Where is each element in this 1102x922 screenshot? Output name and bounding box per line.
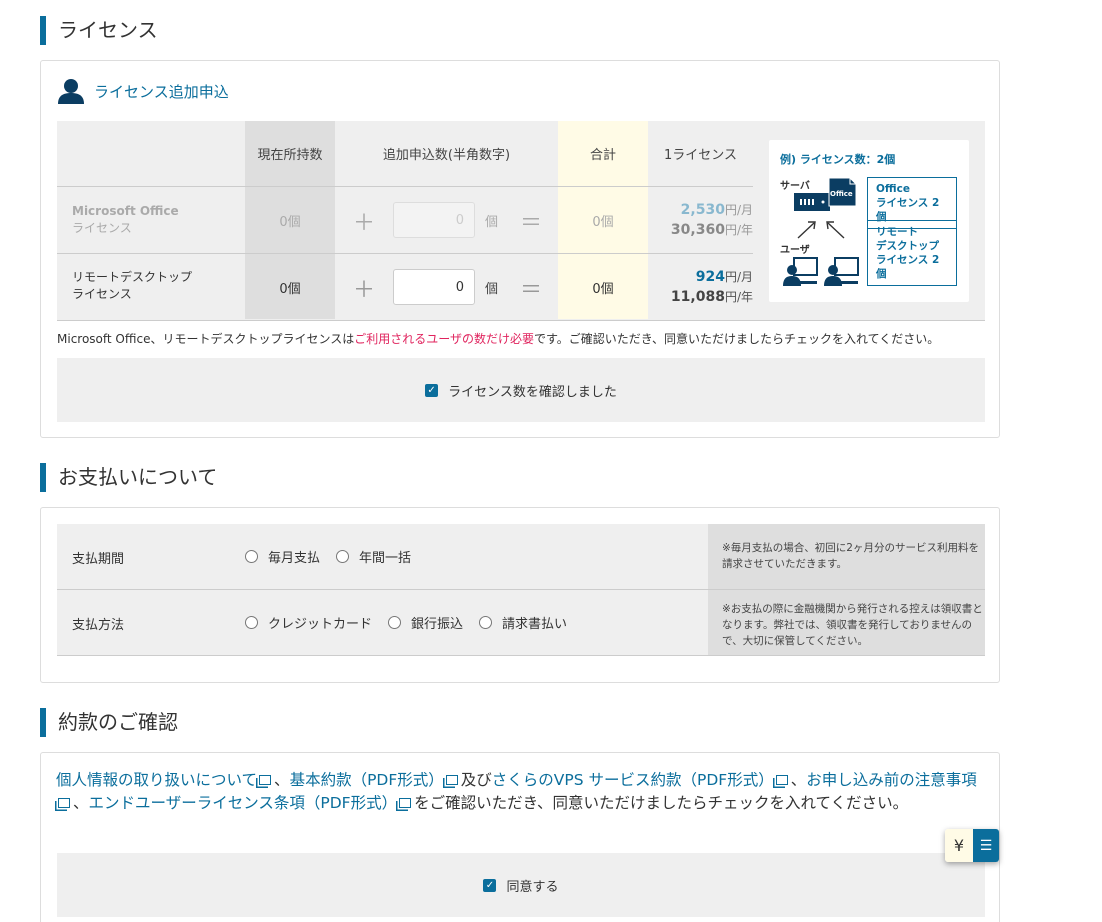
license-table: 現在所持数 追加申込数(半角数字) 合計 1ライセンス Microsoft Of… (57, 121, 985, 321)
rds-qty-input[interactable] (393, 269, 475, 305)
terms-agree-box: ✓ 同意する (57, 853, 985, 917)
payment-method-options: クレジットカード 銀行振込 請求書払い (245, 613, 583, 632)
payment-table: 支払期間 毎月支払 年間一括 ※毎月支払の場合、初回に2ヶ月分のサービス利用料を… (57, 524, 985, 657)
rds-current-count: 0個 (279, 281, 301, 297)
user-pc-icon (783, 257, 818, 286)
license-panel: ライセンス追加申込 現在所持数 追加申込数(半角数字) 合計 1ライセンス Mi… (40, 60, 1000, 438)
col-current-header: 現在所持数 (257, 148, 323, 163)
example-title: 例) ライセンス数：2個 (780, 153, 896, 166)
user-pc-icon (824, 257, 859, 286)
eula-link[interactable]: エンドユーザーライセンス条項（PDF形式） (89, 794, 415, 812)
external-link-icon (399, 798, 412, 808)
radio-button[interactable] (245, 550, 258, 563)
user-label: ユーザ (780, 245, 810, 256)
vps-terms-link[interactable]: さくらのVPS サービス約款（PDF形式） (492, 771, 791, 789)
rds-unit: 個 (485, 282, 499, 297)
terms-heading: 約款のご確認 (40, 708, 178, 737)
terms-agree-label[interactable]: 同意する (506, 876, 558, 895)
office-unit: 個 (485, 215, 499, 230)
col-total-header: 合計 (589, 148, 616, 163)
payment-period-note: ※毎月支払の場合、初回に2ヶ月分のサービス利用料を請求させていただきます。 (708, 524, 985, 589)
equals-icon: ＝ (520, 278, 543, 303)
license-heading: ライセンス (40, 16, 158, 45)
license-confirm-checkbox[interactable]: ✓ (425, 383, 439, 397)
radio-button[interactable] (479, 616, 493, 629)
payment-heading: お支払いについて (40, 463, 217, 492)
license-subtitle: ライセンス追加申込 (57, 77, 229, 105)
office-qty-input[interactable] (393, 202, 475, 238)
office-total-count: 0個 (592, 214, 614, 230)
list-icon[interactable]: ☰ (973, 829, 999, 862)
rds-total-count: 0個 (592, 281, 614, 297)
payment-method-label: 支払方法 (72, 618, 125, 633)
period-monthly-option[interactable]: 毎月支払 (245, 547, 320, 566)
license-example-diagram: 例) ライセンス数：2個 サーバ Office ユーザ Office ライセンス… (769, 140, 969, 302)
payment-panel: 支払期間 毎月支払 年間一括 ※毎月支払の場合、初回に2ヶ月分のサービス利用料を… (40, 507, 1000, 683)
terms-text: 個人情報の取り扱いについて 、基本約款（PDF形式） 及びさくらのVPS サービス約… (56, 771, 977, 812)
license-confirm-box: ✓ ライセンス数を確認しました (57, 358, 985, 422)
col-add-header: 追加申込数(半角数字) (382, 148, 511, 163)
arrow-up-left-icon (826, 221, 845, 239)
external-link-icon (775, 775, 788, 785)
office-current-count: 0個 (279, 214, 301, 230)
period-yearly-option[interactable]: 年間一括 (336, 547, 411, 566)
equals-icon: ＝ (520, 211, 543, 236)
yen-icon[interactable]: ¥ (945, 829, 973, 862)
terms-agree-checkbox[interactable]: ✓ (483, 878, 497, 892)
price-summary-widget[interactable]: ¥ ☰ (945, 829, 999, 862)
license-subtitle-text: ライセンス追加申込 (94, 82, 229, 101)
external-link-icon (445, 775, 458, 785)
privacy-policy-link[interactable]: 個人情報の取り扱いについて (56, 771, 274, 789)
radio-button[interactable] (388, 616, 402, 629)
radio-button[interactable] (336, 550, 350, 563)
office-chip-label: Office (830, 190, 853, 198)
external-link-icon (259, 775, 272, 785)
payment-method-row: 支払方法 クレジットカード 銀行振込 請求書払い ※お支払の際に金融機関から発行… (57, 590, 985, 656)
office-license-label: Microsoft Office ライセンス (72, 204, 179, 235)
payment-period-label: 支払期間 (72, 552, 125, 567)
rds-license-label: リモートデスクトップ ライセンス (72, 270, 193, 301)
payment-period-options: 毎月支払 年間一括 (245, 547, 427, 566)
arrow-up-right-icon (797, 221, 816, 239)
license-confirm-label[interactable]: ライセンス数を確認しました (448, 381, 617, 400)
external-link-icon (58, 798, 70, 808)
plus-icon: ＋ (353, 211, 376, 236)
payment-period-row: 支払期間 毎月支払 年間一括 ※毎月支払の場合、初回に2ヶ月分のサービス利用料を… (57, 524, 985, 590)
radio-button[interactable] (245, 616, 258, 629)
method-credit-option[interactable]: クレジットカード (245, 613, 372, 632)
license-note: Microsoft Office、リモートデスクトップライセンスはご利用されるユ… (57, 332, 940, 346)
plus-icon: ＋ (353, 278, 376, 303)
basic-terms-link[interactable]: 基本約款（PDF形式） (290, 771, 461, 789)
office-price: 2,530円/月 30,360円/年 (670, 202, 753, 238)
user-icon (58, 79, 84, 104)
example-rds-box: リモート デスクトップ ライセンス 2個 (867, 220, 957, 286)
terms-panel: 個人情報の取り扱いについて 、基本約款（PDF形式） 及びさくらのVPS サービス約… (40, 752, 1000, 922)
col-price-header: 1ライセンス (663, 148, 737, 163)
payment-method-note: ※お支払の際に金融機関から発行される控えは領収書となります。弊社では、領収書を発… (708, 590, 985, 655)
rds-price: 924円/月 11,088円/年 (670, 269, 753, 305)
method-invoice-option[interactable]: 請求書払い (479, 613, 567, 632)
method-bank-option[interactable]: 銀行振込 (388, 613, 463, 632)
